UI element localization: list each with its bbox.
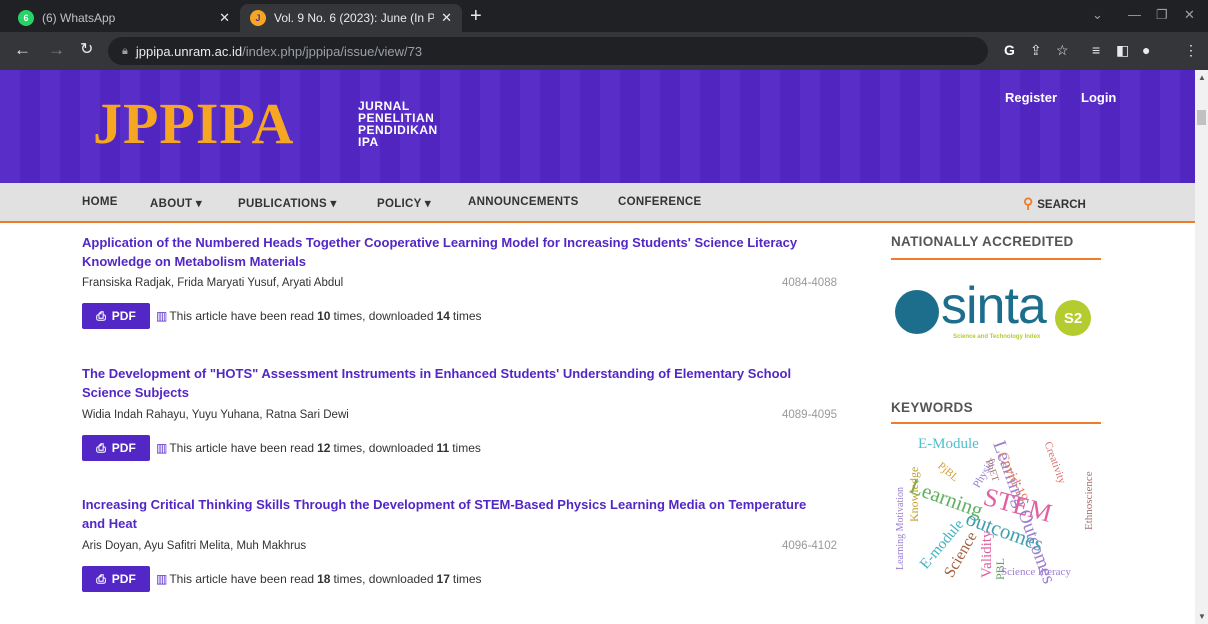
side-panel-icon[interactable]: ◧ — [1116, 42, 1129, 59]
tab-title: Vol. 9 No. 6 (2023): June (In Press — [274, 11, 434, 25]
url-path: /index.php/jppipa/issue/view/73 — [242, 43, 423, 59]
browser-toolbar: ← → ↻ 🔒︎ jppipa.unram.ac.id/index.php/jp… — [0, 32, 1208, 70]
site-logo[interactable]: JPPIPA — [93, 90, 294, 157]
scroll-thumb[interactable] — [1197, 110, 1206, 125]
article-authors: Widia Indah Rahayu, Yuyu Yuhana, Ratna S… — [82, 409, 349, 421]
keyword[interactable]: E-Module — [918, 436, 979, 453]
search-button[interactable]: ⚲ SEARCH — [1023, 195, 1086, 212]
keyword[interactable]: Science literacy — [1001, 566, 1071, 578]
download-count: 17 — [436, 572, 450, 586]
sinta-grade: S2 — [1055, 300, 1091, 336]
close-window-button[interactable]: ✕ — [1184, 7, 1195, 23]
reading-list-icon[interactable]: ≡ — [1092, 42, 1100, 58]
article-item: Increasing Critical Thinking Skills Thro… — [82, 495, 842, 592]
keyword[interactable]: PjBL — [935, 460, 961, 484]
new-tab-button[interactable]: + — [470, 6, 482, 26]
site-header-banner: JPPIPA JURNAL PENELITIAN PENDIDIKAN IPA … — [0, 70, 1195, 183]
keyword[interactable]: Knowledge — [907, 467, 922, 522]
journal-icon: J — [250, 10, 266, 26]
keywords-underline — [891, 422, 1101, 424]
accredited-heading: NATIONALLY ACCREDITED — [891, 234, 1074, 249]
nav-conference[interactable]: CONFERENCE — [618, 196, 702, 208]
read-count: 12 — [317, 441, 331, 455]
scroll-down-icon[interactable]: ▼ — [1198, 612, 1206, 621]
article-stats: ▥ This article have been read 10 times, do… — [156, 309, 482, 323]
article-authors: Aris Doyan, Ayu Safitri Melita, Muh Makh… — [82, 540, 307, 552]
profile-icon[interactable]: ● — [1142, 42, 1150, 58]
article-pages: 4089-4095 — [782, 409, 837, 421]
sinta-caption: Science and Technology Index — [953, 334, 1041, 340]
download-count: 11 — [436, 441, 450, 455]
close-tab-icon[interactable]: ✕ — [441, 10, 452, 26]
sinta-wordmark: sinta — [941, 277, 1047, 335]
reload-button[interactable]: ↻ — [80, 40, 93, 60]
article-item: Application of the Numbered Heads Togeth… — [82, 233, 842, 329]
keyword[interactable]: Ethnoscience — [1083, 471, 1095, 530]
tab-whatsapp[interactable]: 6 (6) WhatsApp ✕ — [8, 4, 240, 32]
chevron-down-icon[interactable]: ⌄ — [1092, 7, 1103, 23]
article-pages: 4084-4088 — [782, 277, 837, 289]
google-icon[interactable]: G — [1004, 42, 1015, 58]
keywords-heading: KEYWORDS — [891, 400, 973, 415]
nav-policy[interactable]: POLICY ▾ — [377, 196, 431, 210]
sinta-badge[interactable]: sinta S2 Science and Technology Index — [895, 277, 1105, 344]
tab-journal[interactable]: J Vol. 9 No. 6 (2023): June (In Press ✕ — [240, 4, 462, 32]
read-count: 18 — [317, 572, 331, 586]
pdf-icon: ⎙ — [96, 571, 106, 586]
whatsapp-icon: 6 — [18, 10, 34, 26]
article-title[interactable]: Application of the Numbered Heads Togeth… — [82, 233, 832, 271]
lock-icon: 🔒︎ — [122, 44, 128, 57]
page-scrollbar[interactable]: ▲ ▼ — [1195, 70, 1208, 624]
main-nav: HOME ABOUT ▾ PUBLICATIONS ▾ POLICY ▾ ANN… — [0, 183, 1195, 223]
scroll-up-icon[interactable]: ▲ — [1198, 73, 1206, 82]
search-icon: ⚲ — [1023, 195, 1034, 211]
keyword[interactable]: Learning Motivation — [895, 487, 906, 570]
accredited-underline — [891, 258, 1101, 260]
pdf-button[interactable]: ⎙ PDF — [82, 566, 150, 592]
site-logo-subtitle: JURNAL PENELITIAN PENDIDIKAN IPA — [358, 99, 438, 149]
stats-chart-icon: ▥ — [156, 572, 168, 586]
pdf-button[interactable]: ⎙ PDF — [82, 435, 150, 461]
article-stats: ▥ This article have been read 12 times, do… — [156, 441, 481, 455]
bookmark-star-icon[interactable]: ☆ — [1056, 42, 1069, 59]
stats-chart-icon: ▥ — [156, 441, 168, 455]
login-link[interactable]: Login — [1081, 90, 1116, 105]
menu-icon[interactable]: ⋮ — [1184, 42, 1198, 59]
article-authors: Fransiska Radjak, Frida Maryati Yusuf, A… — [82, 277, 344, 289]
article-title[interactable]: The Development of "HOTS" Assessment Ins… — [82, 364, 832, 402]
browser-tab-bar: 6 (6) WhatsApp ✕ J Vol. 9 No. 6 (2023): … — [0, 0, 1208, 32]
article-stats: ▥ This article have been read 18 times, do… — [156, 572, 482, 586]
register-link[interactable]: Register — [1005, 90, 1057, 105]
article-pages: 4096-4102 — [782, 540, 837, 552]
back-button[interactable]: ← — [14, 40, 31, 60]
article-item: The Development of "HOTS" Assessment Ins… — [82, 364, 842, 461]
read-count: 10 — [317, 309, 331, 323]
address-bar[interactable]: 🔒︎ jppipa.unram.ac.id/index.php/jppipa/i… — [108, 37, 988, 65]
pdf-button[interactable]: ⎙ PDF — [82, 303, 150, 329]
tab-title: (6) WhatsApp — [42, 11, 116, 25]
nav-publications[interactable]: PUBLICATIONS ▾ — [238, 196, 337, 210]
pdf-icon: ⎙ — [96, 308, 106, 323]
close-tab-icon[interactable]: ✕ — [219, 10, 230, 26]
keyword-cloud: E-Module Learning Outcomes Creativity Et… — [893, 430, 1105, 590]
download-count: 14 — [436, 309, 450, 323]
nav-announcements[interactable]: ANNOUNCEMENTS — [468, 196, 579, 208]
share-icon[interactable]: ⇪ — [1030, 42, 1042, 59]
nav-about[interactable]: ABOUT ▾ — [150, 196, 202, 210]
keyword[interactable]: Creativity — [1042, 440, 1068, 485]
forward-button[interactable]: → — [48, 40, 65, 60]
url-host: jppipa.unram.ac.id — [135, 43, 243, 59]
nav-home[interactable]: HOME — [82, 196, 118, 208]
sinta-globe-icon — [895, 290, 939, 334]
article-title[interactable]: Increasing Critical Thinking Skills Thro… — [82, 495, 832, 533]
stats-chart-icon: ▥ — [156, 309, 168, 323]
restore-button[interactable]: ❐ — [1156, 7, 1168, 23]
minimize-button[interactable]: — — [1128, 7, 1141, 22]
web-page: JPPIPA JURNAL PENELITIAN PENDIDIKAN IPA … — [0, 70, 1195, 624]
pdf-icon: ⎙ — [96, 440, 106, 455]
